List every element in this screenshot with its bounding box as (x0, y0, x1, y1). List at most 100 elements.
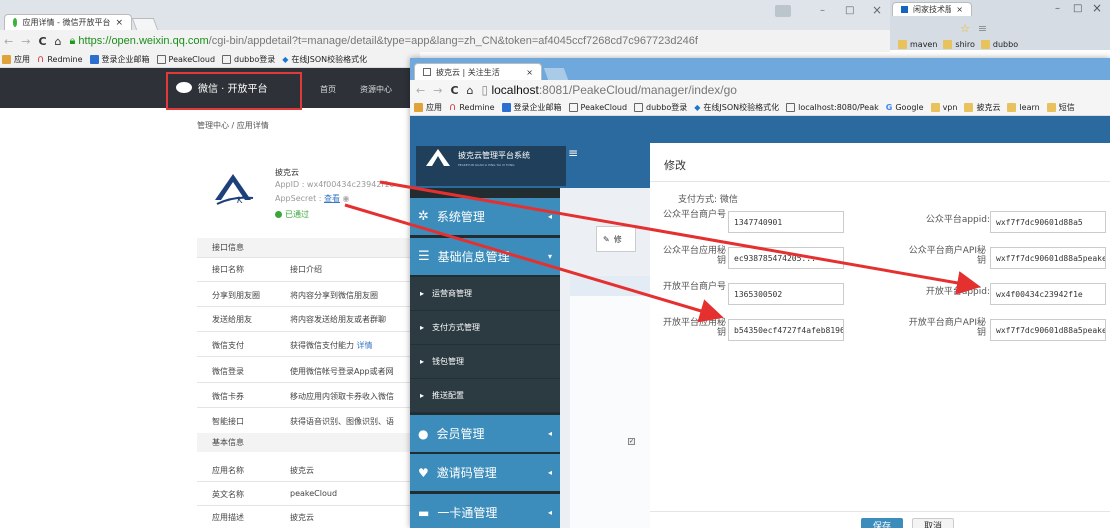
bookmark-item[interactable]: G Google (886, 100, 924, 115)
bookmark-item[interactable]: dubbo (980, 40, 1018, 49)
chevron-down-icon: ▾ (547, 252, 552, 261)
minimize-icon[interactable]: – (1055, 3, 1060, 14)
close-icon[interactable]: × (956, 5, 963, 14)
sidebar-item-system[interactable]: ✲ 系统管理 ◂ (410, 198, 560, 235)
sidebar-item-card[interactable]: ▬ 一卡通管理 ◂ (410, 494, 560, 528)
bookmark-label: learn (1019, 103, 1040, 112)
google-icon: G (885, 103, 893, 112)
bookmark-item[interactable]: ∩ Redmine (37, 52, 83, 67)
user-icon[interactable] (775, 5, 791, 17)
sidebar-subitem-wallet[interactable]: ▸ 钱包管理 (410, 345, 560, 379)
new-tab-button[interactable] (543, 68, 569, 80)
sidebar-subitem-operator[interactable]: ▸ 运营商管理 (410, 277, 560, 311)
bookmark-item[interactable]: PeakeCloud (156, 52, 215, 67)
close-icon[interactable]: × (115, 18, 123, 28)
right-bookmarks: maven shiro dubbo (898, 40, 1018, 49)
front-toolbar: ← → C ⌂ ▯ localhost:8081/PeakeCloud/mana… (410, 80, 1110, 100)
forward-arrow-icon[interactable]: → (21, 35, 30, 48)
new-tab-button[interactable] (131, 18, 159, 30)
appsecret-view-link[interactable]: 查看 (324, 194, 340, 203)
row-checkbox[interactable]: ✓ (628, 438, 635, 445)
bookmark-item[interactable]: dubbo登录 (222, 52, 275, 67)
window-close-icon[interactable]: × (1092, 1, 1102, 15)
bookmark-item[interactable]: ◆ 在线JSON校验格式化 (694, 100, 779, 115)
reload-icon[interactable]: C (38, 35, 46, 48)
front-address-bar[interactable]: ▯ localhost:8081/PeakeCloud/manager/inde… (482, 83, 737, 97)
bookmark-item[interactable]: ◆ 在线JSON校验格式化 (282, 52, 367, 67)
back-tab[interactable]: 应用详情 - 微信开放平台 × (4, 14, 132, 30)
bookmark-item[interactable]: 披克云 (964, 100, 1000, 115)
save-button[interactable]: 保存 (861, 518, 903, 528)
modal-title: 修改 (664, 159, 686, 172)
maximize-icon[interactable]: □ (845, 5, 854, 16)
bookmark-item[interactable]: localhost:8080/Peak (786, 100, 879, 115)
op-merchant-no-input[interactable]: 1365300502 (728, 283, 844, 305)
edit-toolbar-button[interactable]: ✎ 修 (596, 226, 636, 252)
bookmark-item[interactable]: vpn (930, 100, 957, 115)
brand-title: 披克云管理平台系统 (458, 151, 530, 160)
brand-subtitle: PEAKEYUN GUAN LI PING TAI XI TONG (458, 163, 515, 167)
home-icon[interactable]: ⌂ (55, 35, 62, 48)
bookmark-item[interactable]: learn (1007, 100, 1040, 115)
bookmark-item[interactable]: PeakeCloud (568, 100, 627, 115)
sidebar-subitem-push[interactable]: ▸ 推送配置 (410, 379, 560, 413)
mp-api-key-input[interactable]: wxf7f7dc90601d88a5peake2 (990, 247, 1106, 269)
col-header-name: 接口名称 (212, 265, 244, 274)
bookmark-item[interactable]: dubbo登录 (634, 100, 687, 115)
menu-icon[interactable]: ≡ (978, 22, 987, 35)
cancel-button[interactable]: 取消 (912, 518, 954, 528)
nav-home[interactable]: 首页 (320, 84, 336, 95)
mp-appid-input[interactable]: wxf7f7dc90601d88a5 (990, 211, 1106, 233)
table-row-desc: 获得微信支付能力 (290, 341, 354, 350)
bookmark-item[interactable]: 应用 (414, 100, 442, 115)
forward-arrow-icon[interactable]: → (433, 84, 442, 97)
op-app-secret-input[interactable]: b54350ecf4727f4afeb81967 (728, 319, 844, 341)
bookmark-item[interactable]: ∩ Redmine (449, 100, 495, 115)
front-tab[interactable]: 披克云 | 关注生活 × (414, 63, 542, 80)
bookmark-item[interactable]: 应用 (2, 52, 30, 67)
divider (197, 281, 410, 282)
page-icon (222, 55, 232, 64)
sidebar-item-invite-code[interactable]: ♥ 邀请码管理 ◂ (410, 454, 560, 491)
maximize-icon[interactable]: □ (1073, 3, 1082, 14)
bookmark-item[interactable]: 登录企业邮箱 (501, 100, 562, 115)
reload-icon[interactable]: C (450, 84, 458, 97)
minimize-icon[interactable]: – (820, 5, 825, 16)
table-row-name: 微信支付 (212, 341, 244, 350)
mail-icon (89, 55, 99, 64)
sidebar-item-members[interactable]: ● 会员管理 ◂ (410, 415, 560, 452)
table-row-name: 智能接口 (212, 417, 244, 426)
table-row-desc: 将内容分享到微信朋友圈 (290, 291, 378, 300)
op-api-key-input[interactable]: wxf7f7dc90601d88a5peake2 (990, 319, 1106, 341)
back-arrow-icon[interactable]: ← (4, 35, 13, 48)
star-icon[interactable]: ☆ (960, 22, 970, 35)
back-address-bar[interactable]: 🔒︎ https://open.weixin.qq.com/cgi-bin/ap… (70, 35, 891, 48)
sidebar-subitem-payment[interactable]: ▸ 支付方式管理 (410, 311, 560, 345)
mp-app-secret-input[interactable]: ec938785474205... (728, 247, 844, 269)
sidebar-item-basic-info[interactable]: ☰ 基础信息管理 ▾ (410, 238, 560, 275)
pencil-icon: ✎ (603, 234, 610, 244)
basic-row-value: 披克云 (290, 513, 314, 522)
op-appid-input[interactable]: wx4f00434c23942f1e (990, 283, 1106, 305)
home-icon[interactable]: ⌂ (467, 84, 474, 97)
nav-resources[interactable]: 资源中心 (360, 84, 392, 95)
sidebar-item-label: 邀请码管理 (436, 466, 497, 480)
window-close-icon[interactable]: × (872, 3, 882, 17)
appid-line: AppID : wx4f00434c23942f1e (275, 180, 395, 189)
mp-merchant-no-input[interactable]: 1347740901 (728, 211, 844, 233)
bookmark-item[interactable]: maven (898, 40, 937, 49)
details-link[interactable]: 详情 (357, 341, 373, 350)
bookmark-label: maven (910, 40, 938, 49)
bookmark-item[interactable]: 登录企业邮箱 (89, 52, 150, 67)
table-row-desc: 将内容发送给朋友或者群聊 (290, 315, 386, 324)
back-arrow-icon[interactable]: ← (416, 84, 425, 97)
right-back-tab[interactable]: 闲家技术服务 × (892, 2, 972, 16)
bookmark-label: Redmine (459, 103, 495, 112)
close-icon[interactable]: × (526, 68, 533, 77)
bookmark-item[interactable]: 短信 (1046, 100, 1075, 115)
card-icon: ▬ (418, 505, 430, 520)
modal-header-divider (650, 181, 1110, 182)
sidebar-toggle-icon[interactable]: ≡ (568, 146, 578, 160)
help-icon[interactable]: ◉ (343, 194, 350, 203)
bookmark-item[interactable]: shiro (943, 40, 975, 49)
